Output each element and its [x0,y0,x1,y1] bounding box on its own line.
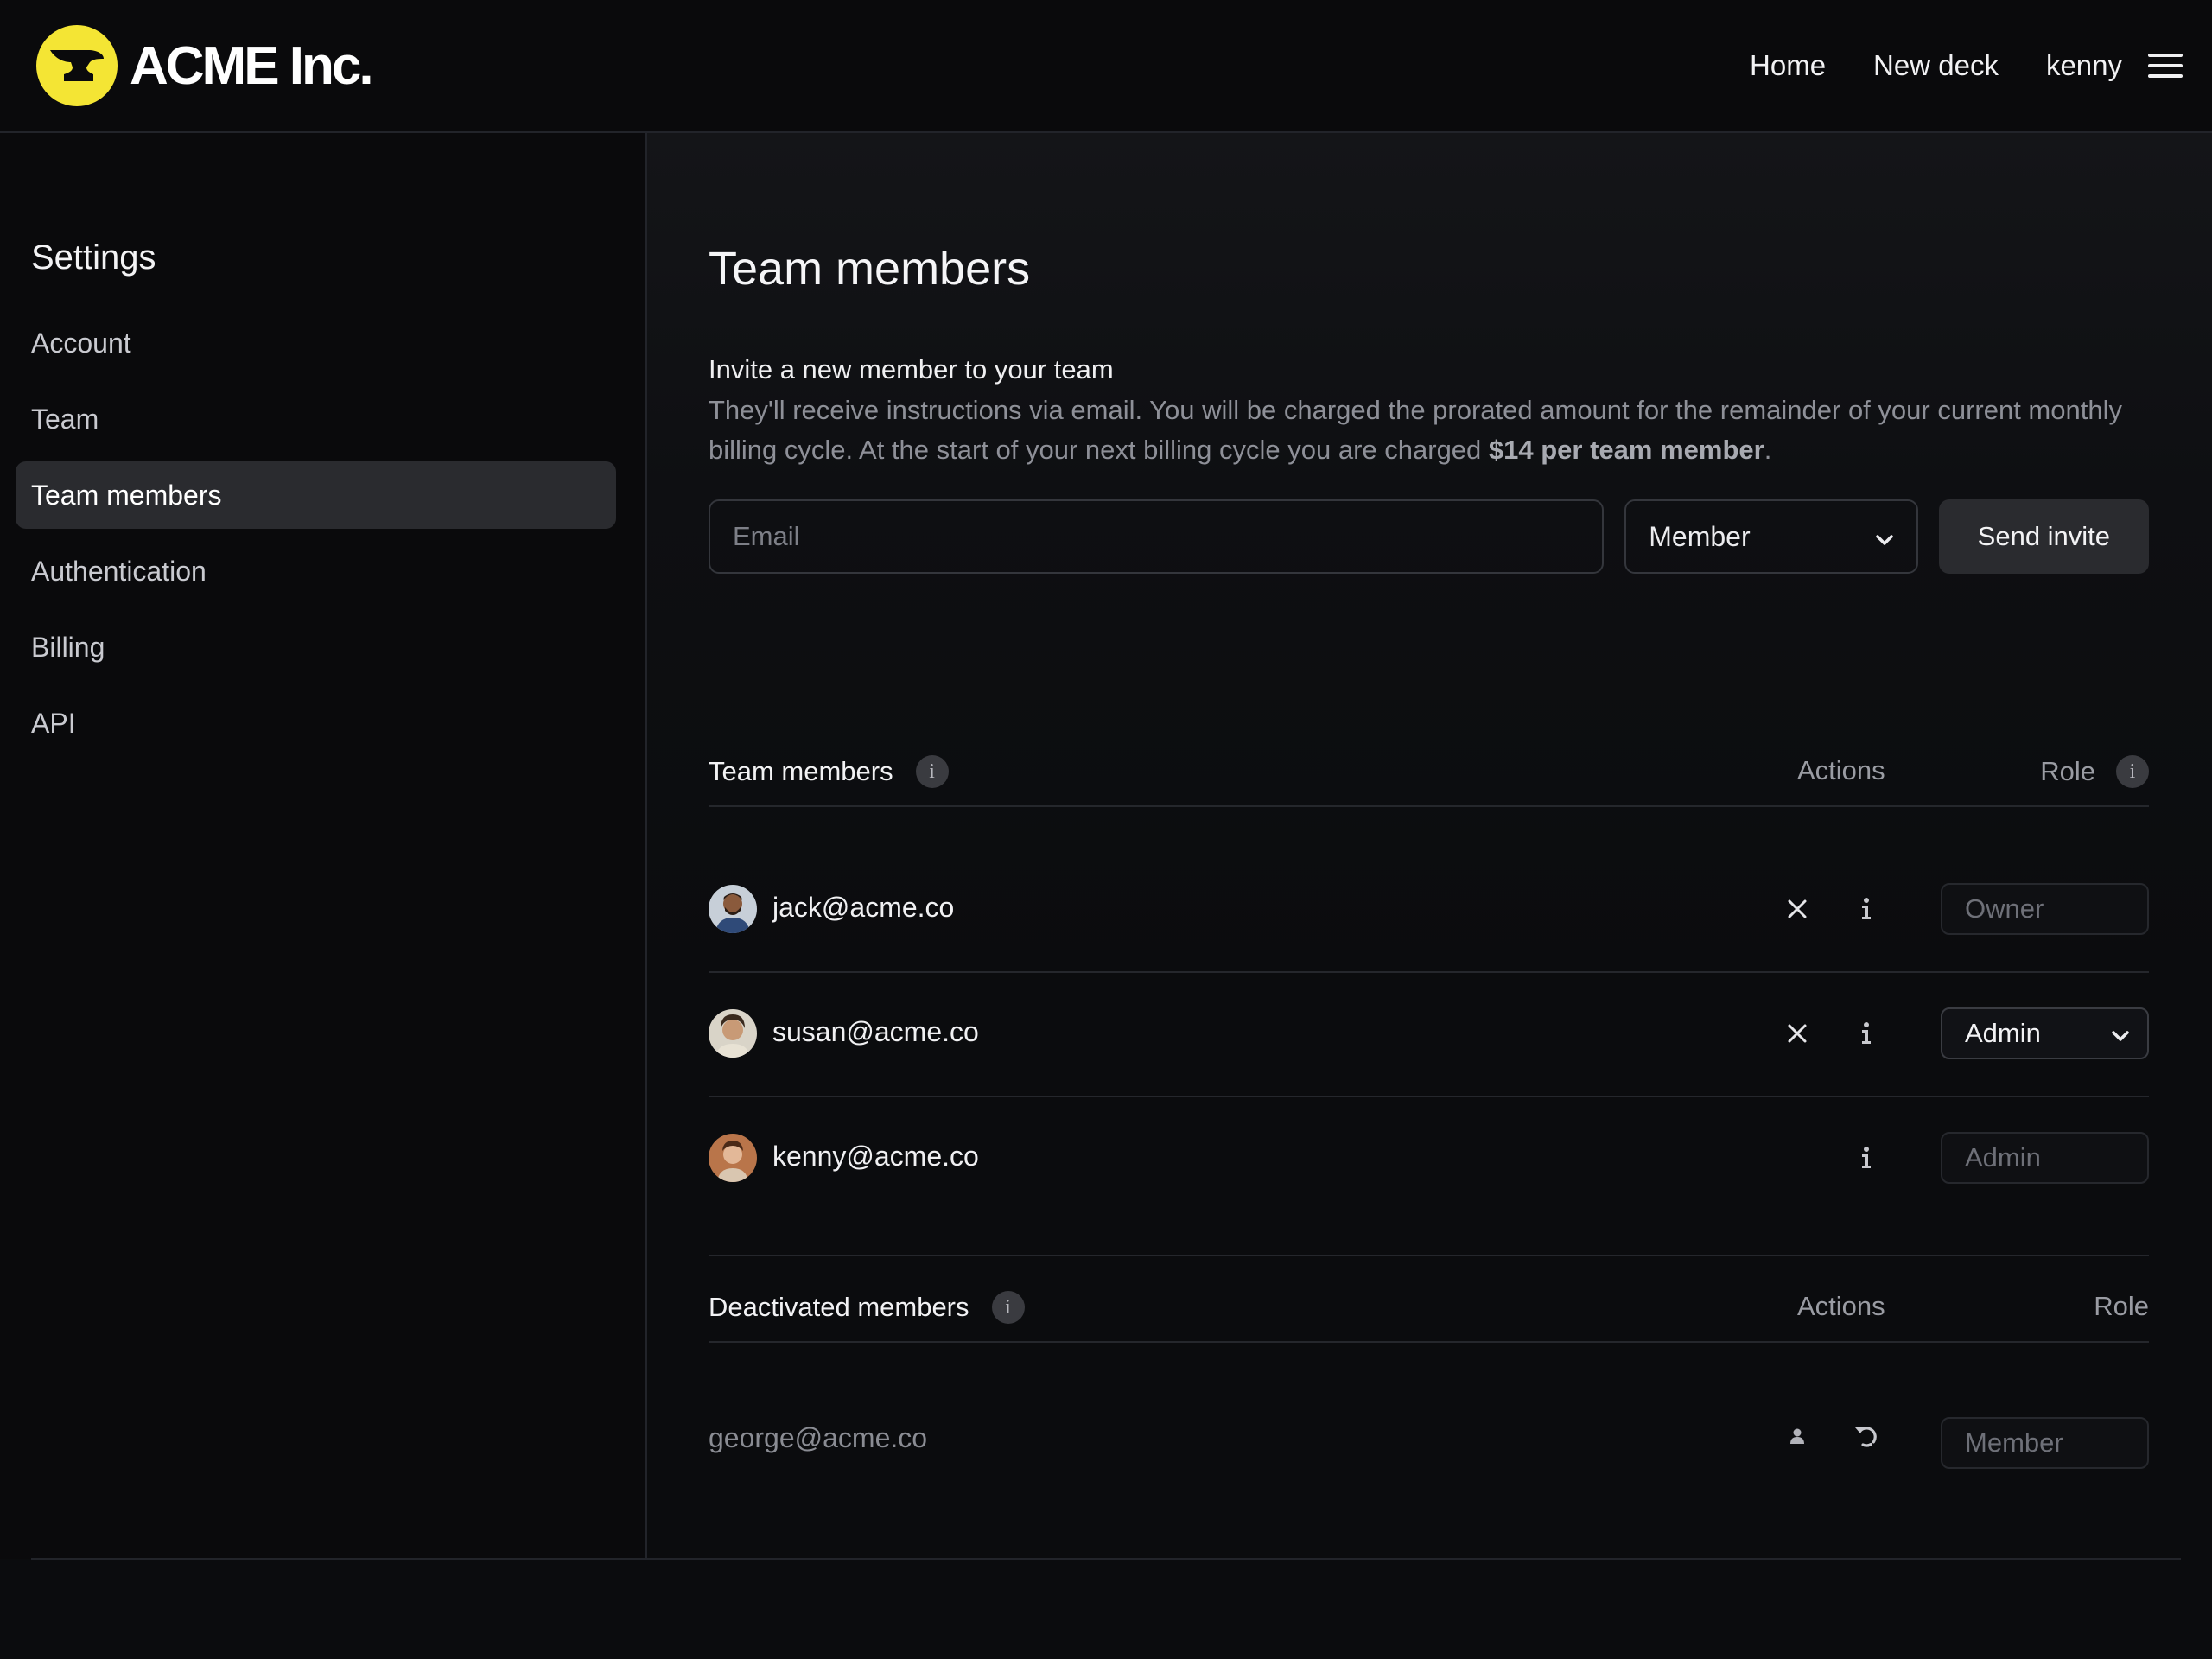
sidebar-item-team-members[interactable]: Team members [16,461,616,529]
table-row: george@acme.co Member [709,1382,2149,1503]
deactivated-members-header: Deactivated members i Actions Role [709,1281,2149,1343]
info-icon[interactable] [1846,888,1887,930]
sidebar-nav: Account Team Team members Authentication… [16,309,616,766]
team-members-section-title: Team members i [709,755,949,788]
member-email: jack@acme.co [772,892,955,923]
close-icon[interactable] [1777,1013,1818,1054]
info-icon[interactable]: i [2116,755,2149,788]
main-panel: Team members Invite a new member to your… [647,133,2212,1559]
anvil-icon [36,25,118,106]
sidebar-title: Settings [31,238,156,276]
invite-heading: Invite a new member to your team [709,354,1114,385]
section-divider [709,1255,2149,1256]
member-role-select[interactable]: Admin [1941,1007,2149,1059]
avatar [709,885,757,933]
brand-name: ACME Inc. [130,35,374,96]
footer-divider [31,1558,2181,1560]
table-row: kenny@acme.co Admin [709,1096,2149,1220]
invite-role-value: Member [1649,520,1751,552]
chevron-down-icon [1875,521,1894,553]
info-icon[interactable] [1846,1137,1887,1179]
invite-description: They'll receive instructions via email. … [709,391,2149,470]
info-icon[interactable]: i [991,1291,1025,1324]
price-highlight: $14 per team member [1488,435,1764,465]
sidebar-item-authentication[interactable]: Authentication [16,537,616,605]
deactivated-members-label: Deactivated members [709,1292,969,1322]
member-role-readonly: Admin [1941,1132,2149,1184]
actions-column-header: Actions [1797,755,1885,785]
nav-home-link[interactable]: Home [1750,49,1826,82]
deactivated-member-email: george@acme.co [709,1422,928,1453]
info-icon[interactable]: i [915,755,949,788]
avatar [709,1009,757,1058]
invite-description-end: . [1764,435,1772,465]
member-email: kenny@acme.co [772,1141,979,1172]
member-role-value: Admin [1965,1018,2041,1048]
hamburger-icon[interactable] [2148,54,2183,78]
role-column-header: Role [2094,1291,2149,1322]
avatar [709,1134,757,1182]
invite-description-text: They'll receive instructions via email. … [709,395,2122,465]
top-bar: ACME Inc. Home New deck kenny [0,0,2212,133]
table-row: jack@acme.co Owner [709,847,2149,973]
team-members-header: Team members i Actions Role i [709,745,2149,807]
settings-sidebar: Settings Account Team Team members Authe… [0,133,647,1559]
chevron-down-icon [2111,1018,2130,1049]
team-members-label: Team members [709,756,893,786]
brand-logo[interactable]: ACME Inc. [36,24,374,107]
user-icon[interactable] [1777,1415,1818,1457]
undo-icon[interactable] [1846,1415,1887,1457]
table-row: susan@acme.co Admin [709,971,2149,1097]
invite-form: Member Send invite [709,499,2149,574]
info-icon[interactable] [1846,1013,1887,1054]
close-icon[interactable] [1777,888,1818,930]
member-role-readonly: Owner [1941,883,2149,935]
page-title: Team members [709,243,1031,295]
deactivated-member-role: Member [1941,1417,2149,1469]
sidebar-item-api[interactable]: API [16,690,616,757]
deactivated-section-title: Deactivated members i [709,1291,1025,1324]
top-nav: Home New deck kenny [1702,35,2183,97]
sidebar-item-billing[interactable]: Billing [16,613,616,681]
role-column-header: Role i [2040,755,2149,788]
sidebar-item-account[interactable]: Account [16,309,616,377]
actions-column-header: Actions [1797,1291,1885,1321]
role-header-label: Role [2040,756,2095,786]
sidebar-item-team[interactable]: Team [16,385,616,453]
member-email: susan@acme.co [772,1016,979,1047]
nav-user-link[interactable]: kenny [2046,49,2122,82]
send-invite-button[interactable]: Send invite [1938,499,2149,574]
role-header-label: Role [2094,1291,2149,1321]
nav-new-deck-link[interactable]: New deck [1873,49,1999,82]
email-input[interactable] [709,499,1605,574]
invite-role-select[interactable]: Member [1624,499,1918,574]
